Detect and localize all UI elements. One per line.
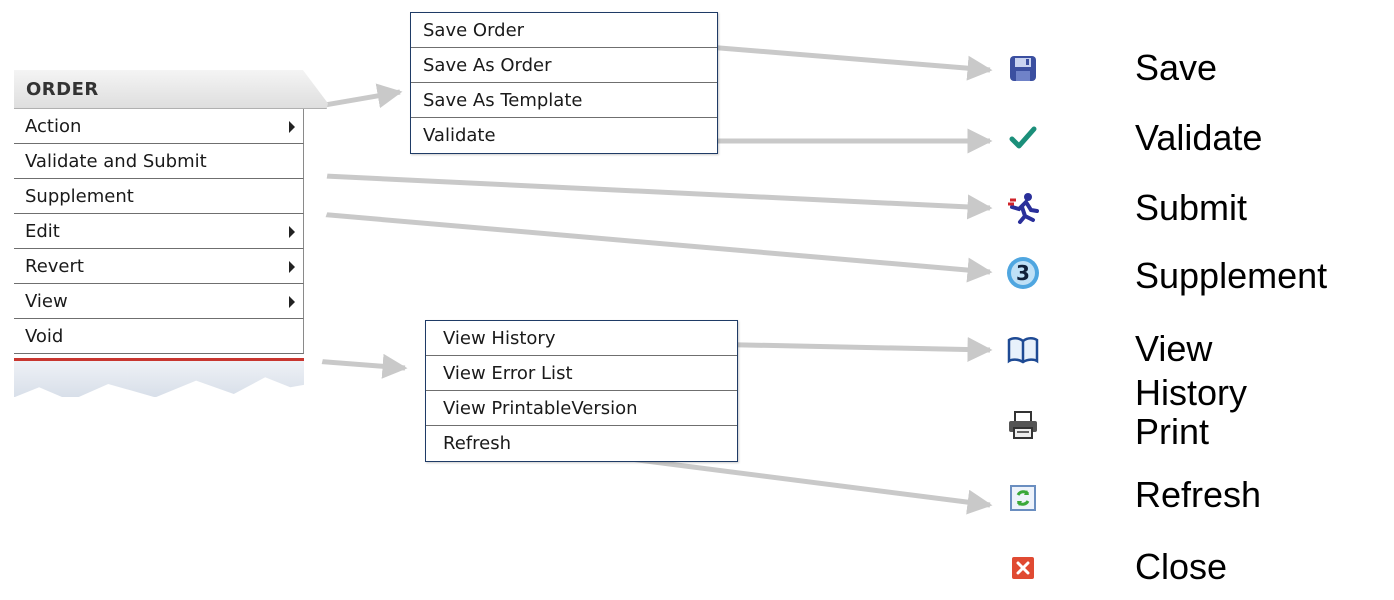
number-three-icon: 3 bbox=[1003, 253, 1043, 293]
menu-item-label: Validate and Submit bbox=[25, 151, 207, 172]
submenu-item-view-printable-version[interactable]: View PrintableVersion bbox=[426, 391, 737, 426]
submenu-arrow-icon bbox=[289, 261, 295, 273]
menu-item-edit[interactable]: Edit bbox=[14, 214, 304, 249]
printer-icon bbox=[1003, 405, 1043, 445]
running-person-icon bbox=[1003, 188, 1043, 228]
legend-label-validate: Validate bbox=[1135, 117, 1263, 158]
submenu-arrow-icon bbox=[289, 121, 295, 133]
submenu-item-validate[interactable]: Validate bbox=[411, 118, 717, 153]
menu-item-view[interactable]: View bbox=[14, 284, 304, 319]
close-icon bbox=[1003, 548, 1043, 588]
menu-item-void[interactable]: Void bbox=[14, 319, 304, 354]
view-submenu: View History View Error List View Printa… bbox=[425, 320, 738, 462]
menu-item-validate-and-submit[interactable]: Validate and Submit bbox=[14, 144, 304, 179]
menu-item-action[interactable]: Action bbox=[14, 109, 304, 144]
submenu-item-view-history[interactable]: View History bbox=[426, 321, 737, 356]
submenu-item-refresh[interactable]: Refresh bbox=[426, 426, 737, 461]
legend-label-refresh: Refresh bbox=[1135, 474, 1262, 515]
order-menu: ORDER Action Validate and Submit Supplem… bbox=[14, 70, 328, 401]
arrow-supplement-to-supplement bbox=[224, 203, 993, 283]
menu-item-revert[interactable]: Revert bbox=[14, 249, 304, 284]
submenu-item-save-order[interactable]: Save Order bbox=[411, 13, 717, 48]
menu-item-label: View bbox=[25, 291, 68, 312]
submenu-item-save-as-template[interactable]: Save As Template bbox=[411, 83, 717, 118]
menu-item-supplement[interactable]: Supplement bbox=[14, 179, 304, 214]
floppy-disk-icon bbox=[1003, 48, 1043, 88]
svg-text:3: 3 bbox=[1016, 261, 1030, 285]
menu-item-label: Void bbox=[25, 326, 64, 347]
legend-label-view-history: View History bbox=[1135, 328, 1248, 413]
checkmark-icon bbox=[1003, 118, 1043, 158]
legend-label-save: Save bbox=[1135, 47, 1218, 88]
submenu-arrow-icon bbox=[289, 226, 295, 238]
menu-item-label: Action bbox=[25, 116, 82, 137]
refresh-icon bbox=[1003, 478, 1043, 518]
menu-item-label: Edit bbox=[25, 221, 60, 242]
legend-label-submit: Submit bbox=[1135, 187, 1248, 228]
submenu-item-save-as-order[interactable]: Save As Order bbox=[411, 48, 717, 83]
legend-label-supplement: Supplement bbox=[1135, 255, 1328, 296]
arrow-submit-to-submit bbox=[282, 171, 993, 220]
submenu-item-view-error-list[interactable]: View Error List bbox=[426, 356, 737, 391]
menu-item-label: Supplement bbox=[25, 186, 134, 207]
action-submenu: Save Order Save As Order Save As Templat… bbox=[410, 12, 718, 154]
order-menu-header: ORDER bbox=[14, 70, 328, 109]
legend-label-print: Print bbox=[1135, 411, 1210, 452]
legend-label-close: Close bbox=[1135, 546, 1228, 587]
menu-item-label: Revert bbox=[25, 256, 84, 277]
submenu-arrow-icon bbox=[289, 296, 295, 308]
open-book-icon bbox=[1003, 330, 1043, 370]
